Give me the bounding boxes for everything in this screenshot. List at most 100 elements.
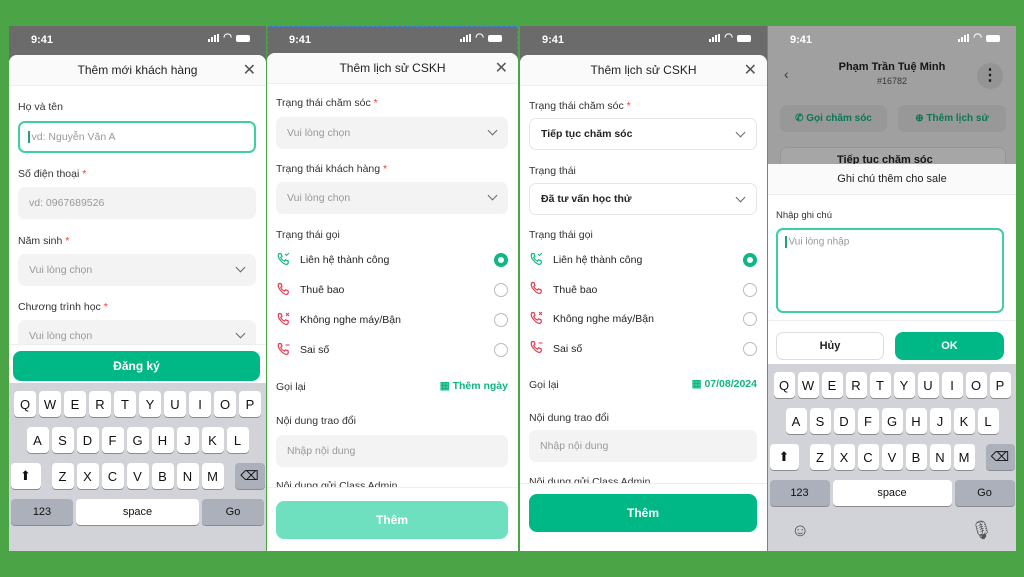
- call-option-2[interactable]: Thuê bao: [276, 280, 508, 300]
- add-date-button[interactable]: ▦ Thêm ngày: [440, 380, 508, 392]
- key-h[interactable]: H: [905, 408, 927, 434]
- key-c[interactable]: C: [857, 444, 879, 470]
- go-key[interactable]: Go: [202, 499, 264, 525]
- key-i[interactable]: I: [189, 391, 211, 417]
- call-option-1[interactable]: Liên hệ thành công: [276, 250, 508, 270]
- key-k[interactable]: K: [201, 427, 224, 453]
- key-r[interactable]: R: [89, 391, 111, 417]
- key-i[interactable]: I: [941, 372, 963, 398]
- call-option-3[interactable]: Không nghe máy/Bận: [276, 310, 508, 330]
- key-f[interactable]: F: [857, 408, 879, 434]
- radio-button[interactable]: [494, 283, 508, 297]
- phone-input[interactable]: vd: 0967689526: [18, 187, 256, 219]
- exchange-input[interactable]: Nhập nội dung: [276, 435, 508, 467]
- key-y[interactable]: Y: [139, 391, 161, 417]
- key-u[interactable]: U: [917, 372, 939, 398]
- key-z[interactable]: Z: [809, 444, 831, 470]
- key-v[interactable]: V: [126, 463, 149, 489]
- customer-status-select[interactable]: Vui lòng chọn: [276, 182, 508, 214]
- numbers-key[interactable]: 123: [769, 480, 830, 506]
- emoji-icon[interactable]: ☺: [791, 520, 809, 542]
- key-r[interactable]: R: [845, 372, 867, 398]
- full-name-input[interactable]: vd: Nguyễn Văn A: [18, 121, 256, 153]
- close-icon[interactable]: ✕: [495, 53, 508, 84]
- key-d[interactable]: D: [833, 408, 855, 434]
- backspace-key[interactable]: ⌫: [985, 444, 1015, 470]
- care-status-select[interactable]: Tiếp tục chăm sóc: [529, 118, 757, 150]
- space-key[interactable]: space: [832, 480, 952, 506]
- key-g[interactable]: G: [126, 427, 149, 453]
- key-x[interactable]: X: [76, 463, 99, 489]
- cancel-button[interactable]: Hủy: [776, 332, 884, 360]
- key-f[interactable]: F: [101, 427, 124, 453]
- key-l[interactable]: L: [977, 408, 999, 434]
- key-n[interactable]: N: [176, 463, 199, 489]
- call-option-1[interactable]: Liên hệ thành công: [529, 250, 757, 270]
- key-b[interactable]: B: [905, 444, 927, 470]
- radio-button[interactable]: [743, 253, 757, 267]
- call-option-4[interactable]: Sai số: [529, 339, 757, 359]
- key-q[interactable]: Q: [14, 391, 36, 417]
- key-q[interactable]: Q: [773, 372, 795, 398]
- close-icon[interactable]: ✕: [744, 55, 757, 86]
- numbers-key[interactable]: 123: [11, 499, 73, 525]
- key-a[interactable]: A: [785, 408, 807, 434]
- key-z[interactable]: Z: [51, 463, 74, 489]
- key-c[interactable]: C: [101, 463, 124, 489]
- key-v[interactable]: V: [881, 444, 903, 470]
- key-m[interactable]: M: [201, 463, 224, 489]
- key-p[interactable]: P: [989, 372, 1011, 398]
- key-n[interactable]: N: [929, 444, 951, 470]
- care-status-select[interactable]: Vui lòng chọn: [276, 117, 508, 149]
- close-icon[interactable]: ✕: [243, 55, 256, 86]
- key-x[interactable]: X: [833, 444, 855, 470]
- status-select[interactable]: Đã tư vấn học thử: [529, 183, 757, 215]
- key-j[interactable]: J: [176, 427, 199, 453]
- key-t[interactable]: T: [869, 372, 891, 398]
- shift-key[interactable]: ⬆: [769, 444, 799, 470]
- key-a[interactable]: A: [26, 427, 49, 453]
- key-m[interactable]: M: [953, 444, 975, 470]
- backspace-key[interactable]: ⌫: [234, 463, 265, 489]
- key-s[interactable]: S: [51, 427, 74, 453]
- radio-button[interactable]: [494, 253, 508, 267]
- add-button-disabled[interactable]: Thêm: [276, 501, 508, 539]
- birth-year-select[interactable]: Vui lòng chọn: [18, 254, 256, 286]
- call-option-4[interactable]: Sai số: [276, 340, 508, 360]
- exchange-input[interactable]: Nhập nội dung: [529, 430, 757, 462]
- shift-key[interactable]: ⬆: [10, 463, 41, 489]
- microphone-icon[interactable]: 🎙: [970, 520, 993, 542]
- key-d[interactable]: D: [76, 427, 99, 453]
- key-j[interactable]: J: [929, 408, 951, 434]
- key-t[interactable]: T: [114, 391, 136, 417]
- add-button[interactable]: Thêm: [529, 494, 757, 532]
- key-l[interactable]: L: [226, 427, 249, 453]
- key-b[interactable]: B: [151, 463, 174, 489]
- key-g[interactable]: G: [881, 408, 903, 434]
- key-o[interactable]: O: [214, 391, 236, 417]
- call-option-2[interactable]: Thuê bao: [529, 280, 757, 300]
- radio-button[interactable]: [743, 282, 757, 297]
- key-w[interactable]: W: [39, 391, 61, 417]
- key-h[interactable]: H: [151, 427, 174, 453]
- ok-button[interactable]: OK: [895, 332, 1004, 360]
- call-option-3[interactable]: Không nghe máy/Bận: [529, 309, 757, 329]
- radio-button[interactable]: [494, 313, 508, 327]
- key-e[interactable]: E: [821, 372, 843, 398]
- radio-button[interactable]: [743, 312, 757, 326]
- key-k[interactable]: K: [953, 408, 975, 434]
- key-y[interactable]: Y: [893, 372, 915, 398]
- key-p[interactable]: P: [239, 391, 261, 417]
- key-e[interactable]: E: [64, 391, 86, 417]
- radio-button[interactable]: [494, 343, 508, 357]
- register-button[interactable]: Đăng ký: [13, 351, 260, 381]
- key-w[interactable]: W: [797, 372, 819, 398]
- key-s[interactable]: S: [809, 408, 831, 434]
- callback-date-button[interactable]: ▦ 07/08/2024: [692, 378, 757, 390]
- key-u[interactable]: U: [164, 391, 186, 417]
- radio-button[interactable]: [743, 341, 757, 356]
- key-o[interactable]: O: [965, 372, 987, 398]
- space-key[interactable]: space: [76, 499, 199, 525]
- go-key[interactable]: Go: [954, 480, 1015, 506]
- note-textarea[interactable]: Vui lòng nhập: [776, 228, 1004, 313]
